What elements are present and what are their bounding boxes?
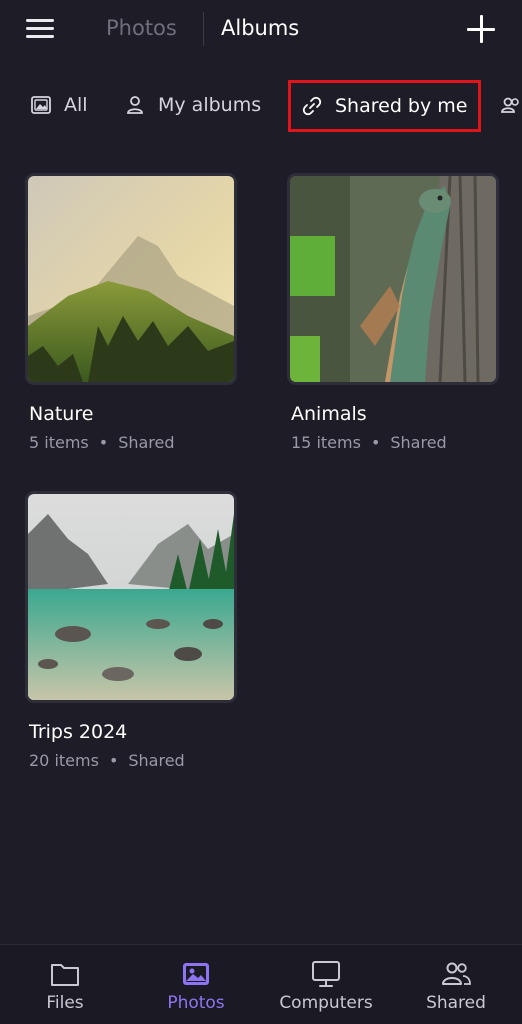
- album-share-status: Shared: [128, 751, 185, 770]
- nav-shared[interactable]: Shared: [391, 945, 521, 1024]
- filter-all-label: All: [64, 94, 88, 116]
- nav-files-label: Files: [46, 993, 84, 1013]
- separator-dot: •: [370, 433, 381, 452]
- image-icon: [31, 96, 51, 114]
- album-meta: 5 items • Shared: [29, 433, 175, 452]
- album-item-count: 5 items: [29, 433, 89, 452]
- nav-computers[interactable]: Computers: [261, 945, 391, 1024]
- album-meta: 15 items • Shared: [291, 433, 447, 452]
- album-title: Trips 2024: [29, 721, 128, 743]
- nav-photos-label: Photos: [167, 993, 225, 1013]
- filter-all[interactable]: All: [30, 88, 88, 122]
- link-icon: [302, 96, 322, 116]
- filter-shared-by-me[interactable]: Shared by me: [288, 80, 481, 132]
- tab-albums[interactable]: Albums: [221, 16, 299, 40]
- filter-shared-with-me[interactable]: [500, 88, 522, 122]
- album-thumbnail: [25, 173, 237, 385]
- nav-photos[interactable]: Photos: [131, 945, 261, 1024]
- album-filter-bar: All My albums Shared by me: [0, 74, 522, 136]
- album-item-count: 15 items: [291, 433, 361, 452]
- album-meta: 20 items • Shared: [29, 751, 185, 770]
- top-bar: Photos Albums: [0, 0, 522, 60]
- hamburger-menu-icon[interactable]: [26, 17, 54, 41]
- bottom-navigation: Files Photos Computers Shared: [0, 944, 522, 1024]
- header-divider: [203, 12, 204, 46]
- album-title: Nature: [29, 403, 94, 425]
- tab-photos[interactable]: Photos: [106, 16, 177, 40]
- filter-shared-by-me-label: Shared by me: [335, 95, 468, 117]
- album-share-status: Shared: [390, 433, 447, 452]
- plus-icon[interactable]: [466, 14, 496, 44]
- album-thumbnail: [287, 173, 499, 385]
- album-title: Animals: [291, 403, 367, 425]
- separator-dot: •: [108, 751, 119, 770]
- album-card-nature[interactable]: Nature 5 items • Shared: [25, 173, 237, 463]
- nav-files[interactable]: Files: [0, 945, 130, 1024]
- filter-my-albums-label: My albums: [158, 94, 262, 116]
- filter-my-albums[interactable]: My albums: [124, 88, 261, 122]
- album-card-animals[interactable]: Animals 15 items • Shared: [287, 173, 499, 463]
- photo-icon: [183, 963, 209, 985]
- album-thumbnail: [25, 491, 237, 703]
- nav-shared-label: Shared: [426, 993, 486, 1013]
- album-item-count: 20 items: [29, 751, 99, 770]
- app-root: Photos Albums All My albums Shared by me…: [0, 0, 522, 1024]
- people-icon: [501, 97, 519, 113]
- separator-dot: •: [98, 433, 109, 452]
- album-card-trips-2024[interactable]: Trips 2024 20 items • Shared: [25, 491, 237, 781]
- folder-icon: [51, 964, 79, 986]
- person-icon: [127, 96, 143, 114]
- album-share-status: Shared: [118, 433, 175, 452]
- nav-computers-label: Computers: [279, 993, 373, 1013]
- people-icon: [442, 962, 471, 985]
- monitor-icon: [312, 961, 340, 987]
